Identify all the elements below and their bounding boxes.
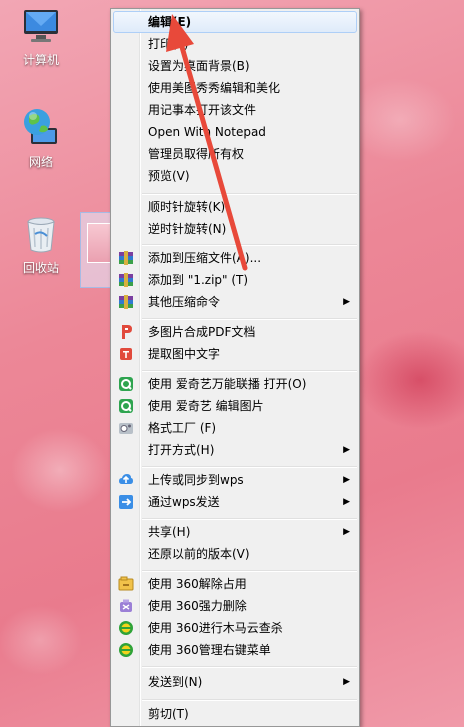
recycle-bin-icon <box>27 217 55 253</box>
menu-item-360-trojan-scan[interactable]: 使用 360进行木马云查杀 <box>113 617 357 639</box>
submenu-arrow-icon: ▶ <box>343 677 350 687</box>
menu-item-rotate-counterclockwise[interactable]: 逆时针旋转(N) <box>113 218 357 240</box>
wps-cloud-upload-icon <box>119 474 133 484</box>
menu-item-preview[interactable]: 预览(V) <box>113 165 357 187</box>
submenu-arrow-icon: ▶ <box>343 297 350 307</box>
menu-separator <box>142 666 357 668</box>
360-security-icon <box>119 643 133 657</box>
wps-send-icon <box>119 495 133 509</box>
menu-separator <box>142 570 357 572</box>
menu-item-edit[interactable]: 编辑(E) <box>113 11 357 33</box>
menu-separator <box>142 370 357 372</box>
menu-item-wps-upload[interactable]: 上传或同步到wps ▶ <box>113 469 357 491</box>
desktop-icon-label: 回收站 <box>22 261 59 275</box>
menu-item-open-with-notepad-cn[interactable]: 用记事本打开该文件 <box>113 99 357 121</box>
desktop-icon-label: 网络 <box>28 155 53 169</box>
menu-item-add-to-zip[interactable]: 添加到 "1.zip" (T) <box>113 269 357 291</box>
menu-item-open-with[interactable]: 打开方式(H) ▶ <box>113 439 357 461</box>
submenu-arrow-icon: ▶ <box>343 497 350 507</box>
winrar-archive-icon <box>119 295 133 309</box>
menu-separator <box>142 193 357 195</box>
computer-icon <box>24 10 58 42</box>
menu-item-print[interactable]: 打印(P) <box>113 33 357 55</box>
menu-item-other-compress-commands[interactable]: 其他压缩命令 ▶ <box>113 291 357 313</box>
desktop-icon-label: 计算机 <box>22 53 59 67</box>
submenu-arrow-icon: ▶ <box>343 475 350 485</box>
desktop-icon-recycle-bin[interactable]: 回收站 <box>6 214 76 276</box>
winrar-archive-icon <box>119 273 133 287</box>
menu-separator <box>142 318 357 320</box>
menu-item-meitu-edit[interactable]: 使用美图秀秀编辑和美化 <box>113 77 357 99</box>
menu-item-take-ownership[interactable]: 管理员取得所有权 <box>113 143 357 165</box>
menu-item-360-force-delete[interactable]: 使用 360强力删除 <box>113 595 357 617</box>
menu-item-cut[interactable]: 剪切(T) <box>113 703 357 725</box>
iqiyi-icon <box>119 399 133 413</box>
menu-item-merge-images-pdf[interactable]: 多图片合成PDF文档 <box>113 321 357 343</box>
menu-item-set-desktop-background[interactable]: 设置为桌面背景(B) <box>113 55 357 77</box>
menu-item-360-manage-context-menu[interactable]: 使用 360管理右键菜单 <box>113 639 357 661</box>
context-menu: 编辑(E) 打印(P) 设置为桌面背景(B) 使用美图秀秀编辑和美化 用记事本打… <box>110 8 360 727</box>
network-globe-icon <box>24 109 57 144</box>
format-factory-icon <box>119 423 133 434</box>
menu-item-restore-previous-versions[interactable]: 还原以前的版本(V) <box>113 543 357 565</box>
desktop-icon-network[interactable]: 网络 <box>6 106 76 170</box>
menu-item-format-factory[interactable]: 格式工厂 (F) <box>113 417 357 439</box>
menu-item-share[interactable]: 共享(H) ▶ <box>113 521 357 543</box>
menu-separator <box>142 699 357 701</box>
menu-separator <box>142 518 357 520</box>
menu-item-open-with-notepad[interactable]: Open With Notepad <box>113 121 357 143</box>
submenu-arrow-icon: ▶ <box>343 445 350 455</box>
menu-item-iqiyi-open[interactable]: 使用 爱奇艺万能联播 打开(O) <box>113 373 357 395</box>
iqiyi-icon <box>119 377 133 391</box>
winrar-archive-icon <box>119 251 133 265</box>
desktop-icon-computer[interactable]: 计算机 <box>6 6 76 68</box>
menu-item-wps-send[interactable]: 通过wps发送 ▶ <box>113 491 357 513</box>
menu-item-rotate-clockwise[interactable]: 顺时针旋转(K) <box>113 196 357 218</box>
text-extract-icon <box>120 348 132 360</box>
menu-item-360-unlock[interactable]: 使用 360解除占用 <box>113 573 357 595</box>
menu-separator <box>142 244 357 246</box>
360-force-delete-icon <box>120 599 132 612</box>
360-unlock-icon <box>118 576 134 591</box>
pdf-merge-icon <box>122 325 132 339</box>
360-security-icon <box>119 621 133 635</box>
menu-item-add-to-archive[interactable]: 添加到压缩文件(A)... <box>113 247 357 269</box>
menu-separator <box>142 466 357 468</box>
menu-item-send-to[interactable]: 发送到(N) ▶ <box>113 671 357 693</box>
menu-item-iqiyi-edit-image[interactable]: 使用 爱奇艺 编辑图片 <box>113 395 357 417</box>
menu-item-extract-text[interactable]: 提取图中文字 <box>113 343 357 365</box>
submenu-arrow-icon: ▶ <box>343 527 350 537</box>
